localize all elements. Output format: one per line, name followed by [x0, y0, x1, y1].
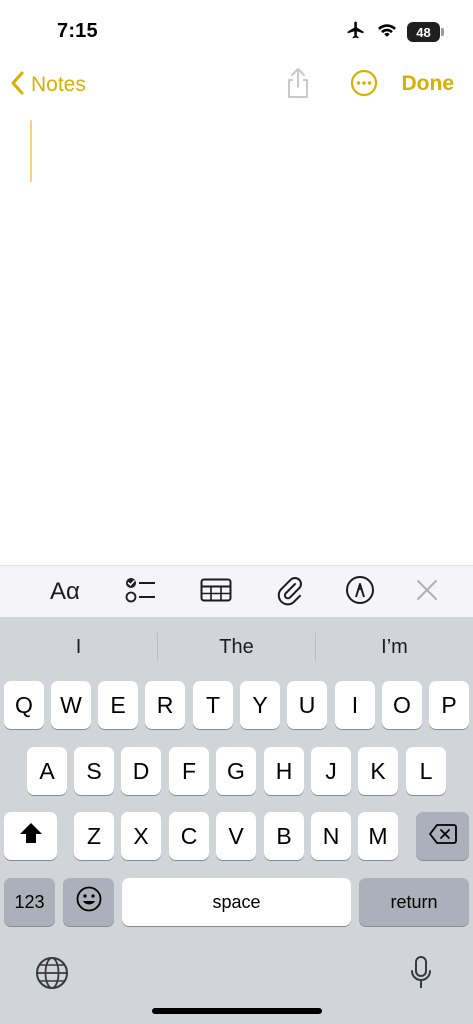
key-m[interactable]: M	[358, 812, 398, 860]
emoji-icon	[76, 886, 102, 918]
key-j[interactable]: J	[311, 747, 351, 795]
table-icon	[200, 578, 232, 607]
wifi-icon	[376, 21, 398, 44]
key-u[interactable]: U	[287, 681, 327, 729]
key-v[interactable]: V	[216, 812, 256, 860]
status-bar: 7:15 48	[0, 0, 473, 60]
key-p[interactable]: P	[429, 681, 469, 729]
key-s[interactable]: S	[74, 747, 114, 795]
key-d[interactable]: D	[121, 747, 161, 795]
done-button[interactable]: Done	[402, 72, 455, 96]
key-c[interactable]: C	[169, 812, 209, 860]
microphone-button[interactable]	[401, 955, 441, 995]
key-y[interactable]: Y	[240, 681, 280, 729]
markup-button[interactable]	[338, 566, 382, 618]
battery-level: 48	[416, 24, 431, 40]
shift-icon	[19, 822, 43, 850]
key-i[interactable]: I	[335, 681, 375, 729]
shift-key[interactable]	[4, 812, 57, 860]
key-o[interactable]: O	[382, 681, 422, 729]
key-z[interactable]: Z	[74, 812, 114, 860]
suggestion-item[interactable]: The	[158, 627, 315, 667]
key-n[interactable]: N	[311, 812, 351, 860]
key-x[interactable]: X	[121, 812, 161, 860]
key-b[interactable]: B	[264, 812, 304, 860]
note-editor[interactable]	[0, 110, 473, 565]
suggestion-bar: I The I’m	[0, 627, 473, 667]
close-toolbar-button[interactable]	[405, 566, 449, 618]
home-indicator	[152, 1008, 322, 1014]
key-g[interactable]: G	[216, 747, 256, 795]
share-button[interactable]	[282, 66, 314, 104]
markup-icon	[345, 575, 375, 610]
more-icon	[350, 69, 378, 102]
back-button[interactable]: Notes	[9, 68, 86, 102]
key-l[interactable]: L	[406, 747, 446, 795]
key-k[interactable]: K	[358, 747, 398, 795]
status-icons: 48	[345, 20, 444, 45]
suggestion-item[interactable]: I’m	[316, 627, 473, 667]
suggestion-item[interactable]: I	[0, 627, 157, 667]
key-w[interactable]: W	[51, 681, 91, 729]
globe-icon	[35, 956, 69, 995]
attachment-button[interactable]	[267, 566, 311, 618]
paperclip-icon	[275, 574, 303, 611]
close-icon	[416, 579, 438, 606]
return-key[interactable]: return	[359, 878, 469, 926]
table-button[interactable]	[194, 566, 238, 618]
more-button[interactable]	[349, 69, 379, 102]
key-h[interactable]: H	[264, 747, 304, 795]
backspace-key[interactable]	[416, 812, 469, 860]
key-f[interactable]: F	[169, 747, 209, 795]
key-e[interactable]: E	[98, 681, 138, 729]
nav-bar: Notes Done	[0, 60, 473, 110]
key-t[interactable]: T	[193, 681, 233, 729]
microphone-icon	[409, 955, 433, 996]
globe-button[interactable]	[32, 955, 72, 995]
status-time: 7:15	[57, 20, 98, 42]
back-label: Notes	[31, 73, 86, 96]
format-toolbar: Aα	[0, 565, 473, 617]
key-a[interactable]: A	[27, 747, 67, 795]
key-q[interactable]: Q	[4, 681, 44, 729]
numbers-key[interactable]: 123	[4, 878, 55, 926]
checklist-icon	[125, 576, 157, 609]
battery-icon: 48	[407, 22, 444, 42]
text-style-button[interactable]: Aα	[43, 566, 87, 618]
airplane-icon	[345, 20, 367, 45]
share-icon	[285, 67, 311, 104]
space-key[interactable]: space	[122, 878, 351, 926]
key-r[interactable]: R	[145, 681, 185, 729]
backspace-icon	[428, 823, 457, 850]
chevron-left-icon	[9, 70, 25, 101]
text-cursor	[30, 120, 32, 182]
emoji-key[interactable]	[63, 878, 114, 926]
checklist-button[interactable]	[119, 566, 163, 618]
